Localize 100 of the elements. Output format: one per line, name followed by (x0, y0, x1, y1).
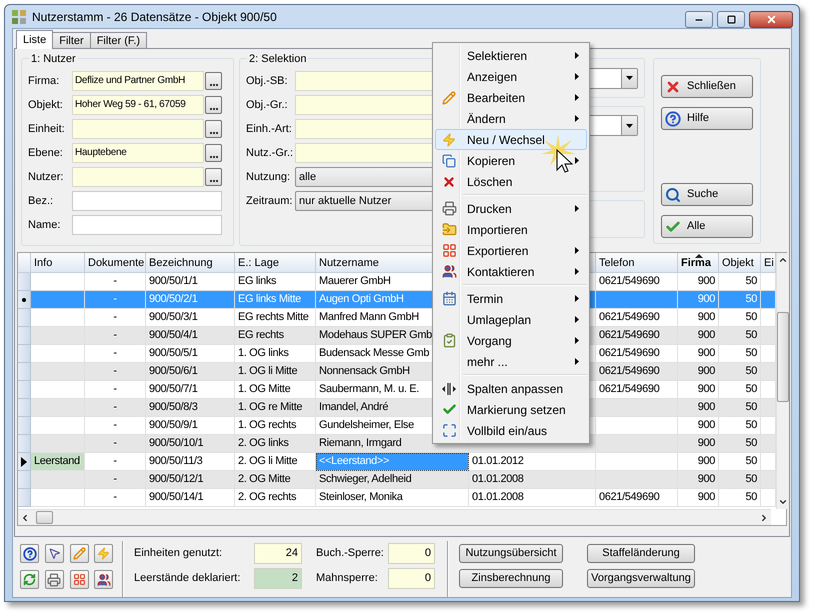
browse-button[interactable] (205, 120, 222, 138)
minimize-button[interactable] (685, 11, 713, 28)
text-field[interactable] (72, 191, 222, 211)
lookup-field[interactable]: Hoher Weg 59 - 61, 67059 (72, 95, 204, 115)
lookup-field[interactable] (295, 95, 435, 115)
show-all-button[interactable]: Alle (661, 215, 753, 238)
field-label: Obj.-Gr.: (246, 98, 289, 113)
dropdown-arrow-icon (626, 76, 633, 80)
column-header[interactable]: Info (31, 253, 85, 272)
horizontal-scrollbar[interactable] (18, 509, 771, 525)
maximize-icon (726, 15, 736, 24)
table-cell: - (85, 489, 146, 507)
check-icon (665, 218, 681, 234)
refresh-button[interactable] (20, 570, 39, 589)
field-label: Zeitraum: (246, 194, 294, 209)
tab[interactable]: Filter (F.) (90, 32, 148, 48)
field-label: Obj.-SB: (246, 74, 289, 89)
row-header[interactable] (18, 453, 31, 471)
action-button[interactable]: Staffeländerung (587, 544, 695, 563)
stat-label: Einheiten genutzt: (134, 546, 224, 562)
grid-button[interactable] (70, 570, 88, 589)
lookup-field[interactable] (72, 167, 204, 187)
table-cell: <<Leerstand>> (316, 453, 469, 471)
close-window-button[interactable]: Schließen (661, 75, 753, 98)
tab[interactable]: Liste (16, 30, 54, 49)
field-label: Nutz.-Gr.: (246, 146, 294, 161)
lookup-field[interactable] (295, 119, 435, 139)
table-row[interactable]: Leerstand - 900/50/11/3 2. OG li Mitte <<Leerstand>> 01.01.2012 900 50 (18, 453, 776, 471)
scroll-thumb[interactable] (36, 511, 53, 524)
stat-value: 0 (388, 543, 435, 564)
help-icon (665, 110, 681, 126)
browse-button[interactable] (205, 144, 222, 162)
vertical-scrollbar[interactable] (776, 253, 789, 509)
people-icon (442, 264, 456, 279)
pointer-button[interactable] (44, 544, 64, 563)
action-button[interactable]: Zinsberechnung (459, 569, 563, 588)
column-resize-icon (441, 382, 457, 396)
column-header[interactable]: Bezeichnung (146, 253, 235, 272)
dropdown-arrow-icon (626, 124, 633, 128)
check-icon (442, 402, 456, 417)
tab[interactable]: Filter (52, 32, 91, 48)
help-button[interactable]: Hilfe (661, 107, 753, 130)
search-button[interactable]: Suche (661, 183, 753, 206)
table-cell: 900 (678, 489, 719, 507)
printer-icon (442, 201, 456, 216)
browse-button[interactable] (205, 96, 222, 114)
stat-value: 2 (254, 568, 302, 589)
lookup-field[interactable]: Hauptebene (72, 143, 204, 163)
field-label: Einheit: (28, 122, 66, 137)
action-button[interactable]: Nutzungsübersicht (459, 544, 563, 563)
scroll-thumb[interactable] (777, 312, 789, 402)
row-header[interactable] (18, 291, 31, 309)
table-row[interactable]: - 900/50/10/1 2. OG links Riemann, Irmgard 900 50 (18, 435, 776, 453)
menu-item[interactable]: Selektieren (435, 45, 587, 66)
menu-item[interactable]: Bearbeiten (435, 87, 587, 108)
delete-icon (442, 174, 456, 188)
lookup-field[interactable] (295, 143, 435, 163)
column-header[interactable]: Firma (678, 253, 719, 272)
field-label: Objekt: (28, 98, 64, 113)
column-header[interactable]: Dokumente (85, 253, 146, 272)
sort-arrow-icon (695, 254, 703, 258)
field-label: Nutzung: (246, 170, 292, 185)
lightning-button[interactable] (94, 544, 114, 563)
refresh-icon (23, 573, 36, 586)
folder-icon (442, 222, 456, 237)
people-button[interactable] (94, 570, 114, 589)
lookup-field[interactable] (295, 71, 435, 91)
printer-button[interactable] (44, 570, 64, 589)
menu-item[interactable]: Anzeigen (435, 66, 587, 87)
browse-button[interactable] (205, 168, 222, 186)
close-icon (665, 78, 681, 94)
menu-item[interactable]: Importieren (435, 219, 587, 240)
lookup-field[interactable] (72, 119, 204, 139)
help-button[interactable] (20, 544, 39, 563)
pencil-icon (442, 90, 456, 104)
table-cell: 01.01.2008 (469, 489, 596, 507)
table-cell: 2. OG rechts (235, 489, 316, 507)
table-cell: 0621/549690 (596, 489, 678, 507)
table-row[interactable]: - 900/50/14/1 2. OG rechts Steinloser, Monika 01.01.2008 0621/549690 900 50 (18, 489, 776, 507)
pencil-button[interactable] (70, 544, 88, 563)
menu-item[interactable]: Ändern (435, 108, 587, 129)
table-row[interactable]: - 900/50/12/1 2. OG Mitte Schwieger, Adelheid 01.01.2008 900 50 (18, 471, 776, 489)
text-field[interactable] (72, 215, 222, 235)
close-button[interactable] (749, 11, 793, 28)
current-row-arrow-icon (21, 456, 27, 466)
lookup-field[interactable]: Deflize und Partner GmbH (72, 71, 204, 91)
close-icon (766, 14, 776, 25)
menu-item[interactable]: Neu / Wechsel (435, 129, 587, 150)
stat-value: 24 (254, 543, 302, 564)
column-header[interactable]: Telefon (596, 253, 678, 272)
table-cell: Steinloser, Monika (316, 489, 469, 507)
help-icon (22, 546, 36, 560)
window-title: Nutzerstamm - 26 Datensätze - Objekt 900/50 (32, 8, 277, 26)
action-button[interactable]: Vorgangsverwaltung (587, 569, 695, 588)
column-header[interactable]: Objekt (719, 253, 761, 272)
column-header[interactable]: E.: Lage (235, 253, 316, 272)
maximize-button[interactable] (717, 11, 745, 28)
browse-button[interactable] (205, 72, 222, 90)
printer-icon (47, 572, 62, 586)
calendar-icon (442, 291, 456, 306)
